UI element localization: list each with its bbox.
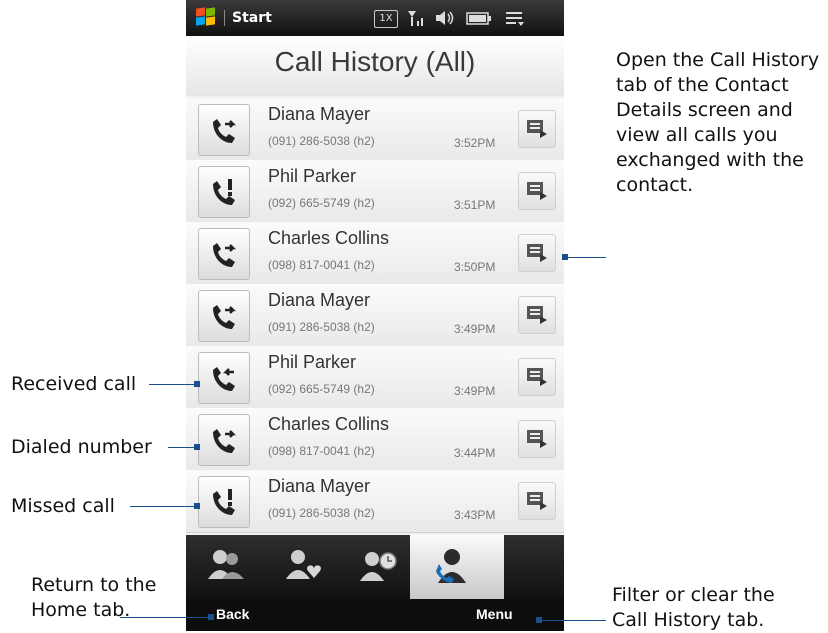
call-history-row[interactable]: Phil Parker (092) 665-5749 (h2) 3:51PM (186, 160, 564, 223)
callout-line-text: tab of the Contact (616, 74, 789, 96)
callout-line-text: Return to the (31, 574, 157, 596)
callout-dialed: Dialed number (11, 436, 152, 458)
callout-dot-received (194, 381, 200, 387)
callout-dot-back (208, 614, 214, 620)
call-time: 3:43PM (454, 508, 496, 522)
callout-line-details (566, 257, 606, 258)
call-type-button[interactable] (198, 104, 250, 156)
start-separator (224, 10, 225, 26)
call-type-button[interactable] (198, 166, 250, 218)
callout-dot-missed (194, 503, 200, 509)
callout-contact-details: Open the Call History tab of the Contact D… (616, 48, 826, 198)
call-history-list: Diana Mayer (091) 286-5038 (h2) 3:52PM Phil… (186, 96, 564, 535)
phone-number: (091) 286-5038 (h2) (268, 506, 375, 520)
page-title: Call History (All) (274, 46, 476, 77)
contact-name: Phil Parker (268, 166, 357, 186)
signal-icon[interactable] (406, 9, 426, 27)
phone-number: (092) 665-5749 (h2) (268, 382, 375, 396)
call-history-row[interactable]: Phil Parker (092) 665-5749 (h2) 3:49PM (186, 346, 564, 409)
back-softkey[interactable]: Back (216, 606, 249, 622)
contact-details-button[interactable] (518, 110, 556, 148)
call-type-button[interactable] (198, 290, 250, 342)
contact-details-button[interactable] (518, 358, 556, 396)
contact-name: Charles Collins (268, 228, 390, 248)
call-time: 3:52PM (454, 136, 496, 150)
call-type-button[interactable] (198, 476, 250, 528)
tab-favorites[interactable] (268, 535, 338, 599)
call-history-row[interactable]: Diana Mayer (091) 286-5038 (h2) 3:43PM (186, 470, 564, 533)
tab-updates[interactable] (344, 535, 414, 599)
callout-menu: Filter or clear the Call History tab. (612, 583, 775, 633)
phone-screen: Start 1X Call History (All) Diana Mayer (… (186, 0, 564, 631)
battery-icon[interactable] (466, 9, 492, 27)
call-history-icon (436, 549, 466, 583)
start-label[interactable]: Start (232, 10, 272, 26)
title-bar: Call History (All) (186, 36, 564, 96)
contact-name: Diana Mayer (268, 104, 371, 124)
phone-number: (098) 817-0041 (h2) (268, 444, 375, 458)
call-time: 3:51PM (454, 198, 496, 212)
call-time: 3:44PM (454, 446, 496, 460)
call-history-row[interactable]: Charles Collins (098) 817-0041 (h2) 3:44PM (186, 408, 564, 471)
contact-name: Diana Mayer (268, 290, 371, 310)
callout-received: Received call (11, 373, 137, 395)
callout-line-text: Call History tab. (612, 609, 765, 631)
call-history-row[interactable]: Diana Mayer (091) 286-5038 (h2) 3:49PM (186, 284, 564, 347)
phone-number: (091) 286-5038 (h2) (268, 320, 375, 334)
call-time: 3:49PM (454, 322, 496, 336)
menu-icon[interactable] (504, 9, 526, 27)
windows-start-icon[interactable] (196, 7, 218, 28)
contact-details-button[interactable] (518, 420, 556, 458)
contact-details-button[interactable] (518, 172, 556, 210)
phone-number: (092) 665-5749 (h2) (268, 196, 375, 210)
all-people-icon (208, 550, 244, 579)
callout-missed: Missed call (11, 495, 115, 517)
callout-line-text: contact. (616, 174, 694, 196)
callout-line-received (149, 384, 196, 385)
tab-bar (186, 535, 564, 599)
callout-line-text: Filter or clear the (612, 584, 775, 606)
speaker-icon[interactable] (434, 9, 456, 27)
callout-line-dialed (168, 447, 196, 448)
tab-call-history[interactable] (410, 535, 504, 599)
phone-number: (098) 817-0041 (h2) (268, 258, 375, 272)
network-1x-icon[interactable]: 1X (374, 10, 398, 28)
contact-name: Charles Collins (268, 414, 390, 434)
contact-details-button[interactable] (518, 482, 556, 520)
contact-details-button[interactable] (518, 296, 556, 334)
softkey-bar: Back Menu (186, 599, 564, 631)
contact-name: Phil Parker (268, 352, 357, 372)
callout-dot-menu (536, 617, 542, 623)
call-time: 3:50PM (454, 260, 496, 274)
call-type-button[interactable] (198, 352, 250, 404)
callout-line-text: exchanged with the (616, 149, 804, 171)
call-type-button[interactable] (198, 228, 250, 280)
status-bar: Start 1X (186, 0, 564, 36)
menu-softkey[interactable]: Menu (476, 606, 513, 622)
call-history-row[interactable]: Charles Collins (098) 817-0041 (h2) 3:50PM (186, 222, 564, 285)
tab-all-people[interactable] (192, 535, 262, 599)
call-type-button[interactable] (198, 414, 250, 466)
call-time: 3:49PM (454, 384, 496, 398)
callout-line-back (120, 617, 210, 618)
callout-line-missed (130, 506, 196, 507)
favorites-people-icon (286, 550, 321, 579)
callout-line-text: Open the Call History (616, 49, 820, 71)
contact-details-button[interactable] (518, 234, 556, 272)
callout-line-text: view all calls you (616, 124, 778, 146)
callout-dot-details (562, 254, 568, 260)
updates-people-icon (360, 552, 397, 581)
callout-line-text: Home tab. (31, 599, 131, 621)
callout-back: Return to the Home tab. (31, 573, 156, 623)
callout-line-menu (540, 620, 606, 621)
call-history-row[interactable]: Diana Mayer (091) 286-5038 (h2) 3:52PM (186, 98, 564, 161)
phone-number: (091) 286-5038 (h2) (268, 134, 375, 148)
callout-dot-dialed (194, 444, 200, 450)
contact-name: Diana Mayer (268, 476, 371, 496)
callout-line-text: Details screen and (616, 99, 793, 121)
